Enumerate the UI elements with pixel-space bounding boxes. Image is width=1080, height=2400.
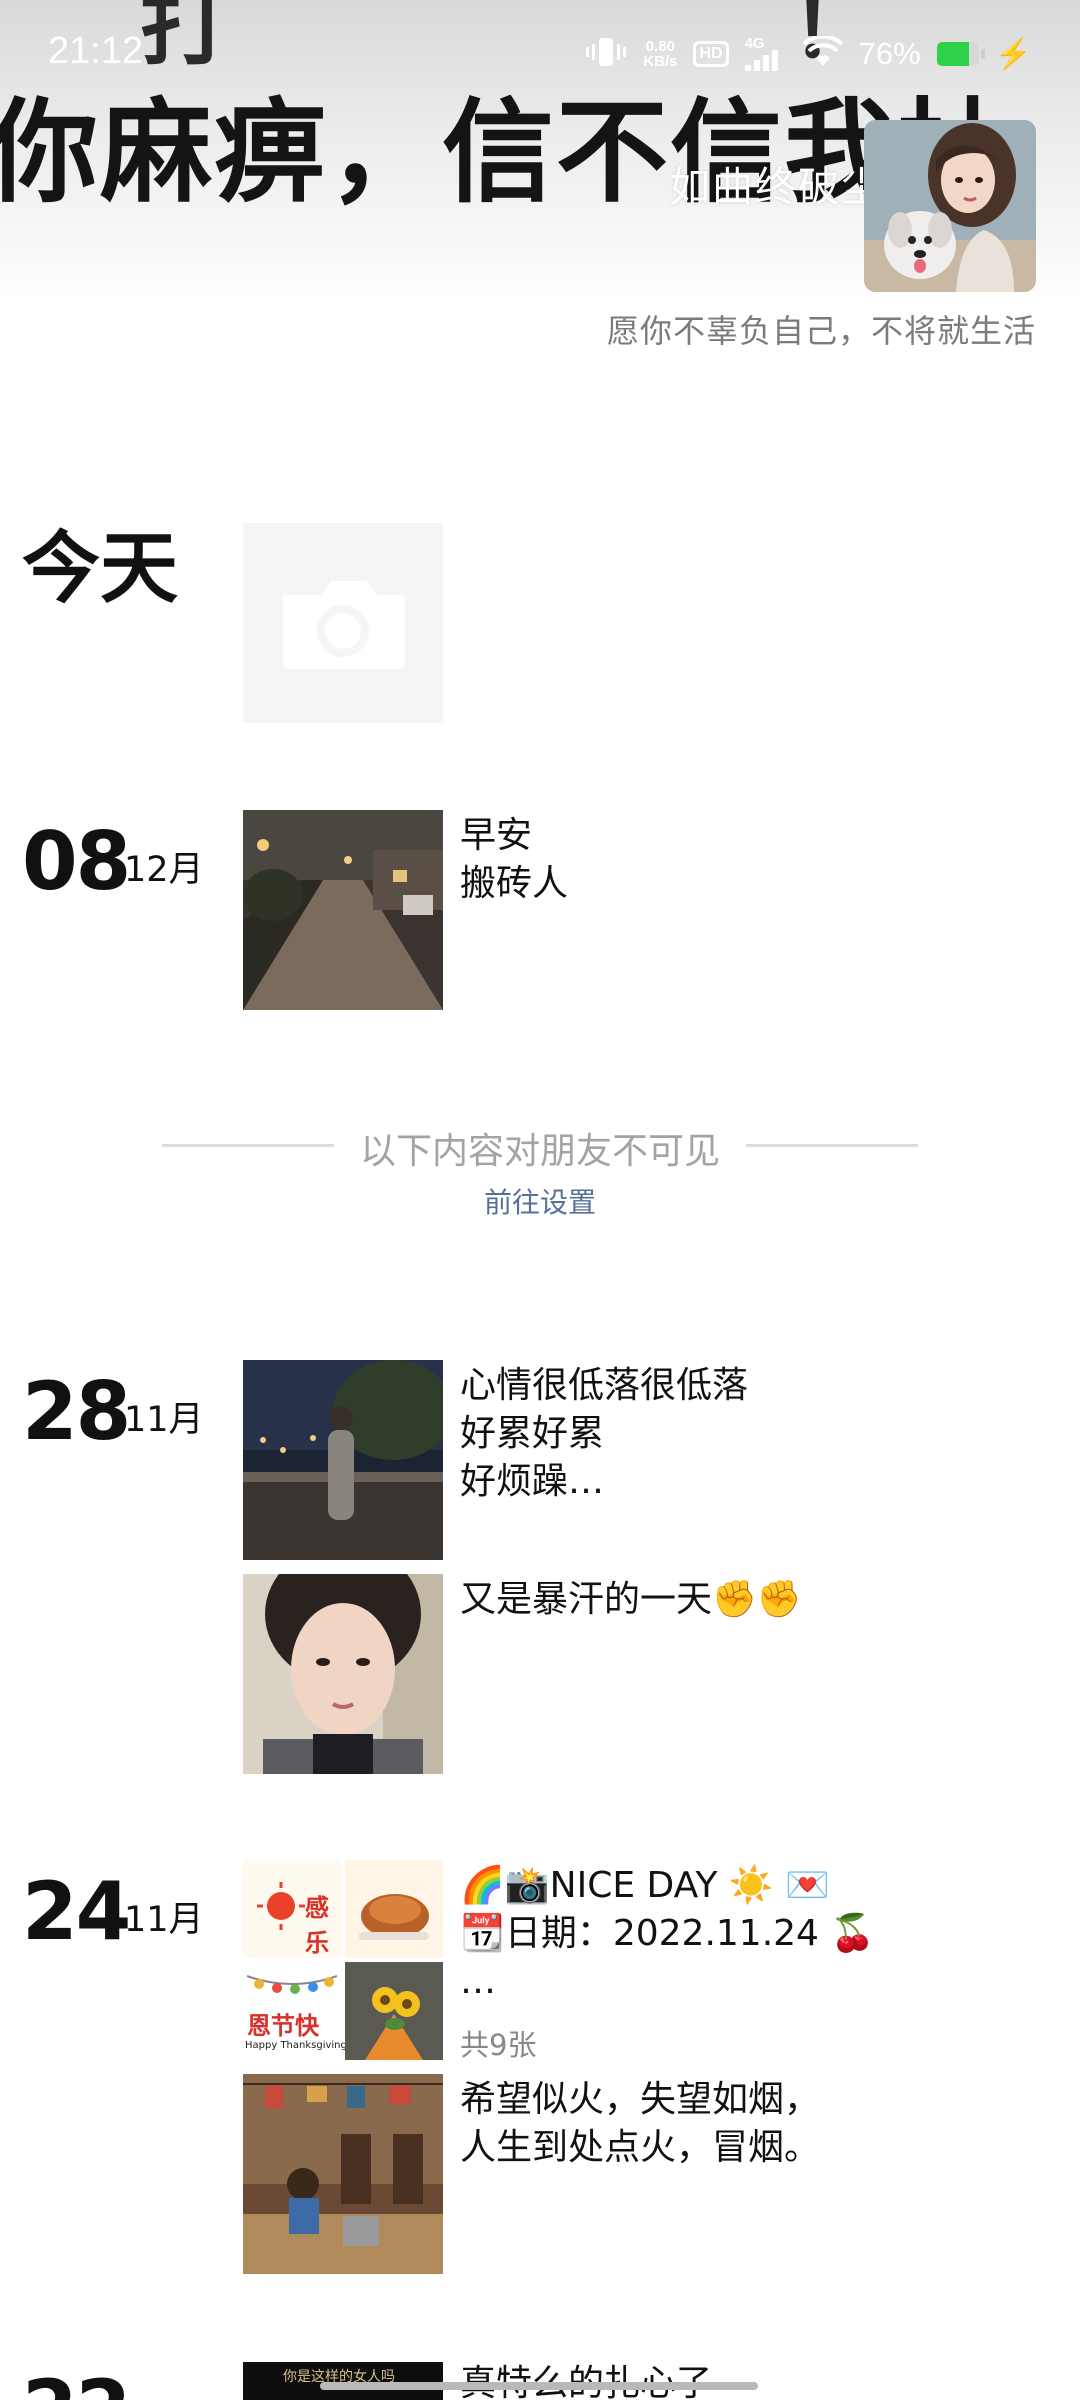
collage-tile [345, 1962, 443, 2060]
post-thumbnail[interactable] [243, 810, 443, 1010]
post-thumbnail[interactable] [243, 1360, 443, 1560]
camera-icon [243, 581, 443, 723]
date-day: 28 [22, 1365, 131, 1458]
date-month: 11月 [124, 1400, 204, 1440]
post-text[interactable]: 心情很低落很低落 好累好累 好烦躁… [460, 1362, 748, 1506]
post-text-line: 🌈📸NICE DAY ☀️ 💌 [460, 1865, 830, 1906]
post-thumbnail[interactable] [243, 1574, 443, 1774]
vibrate-icon [585, 35, 627, 74]
wifi-icon [802, 34, 843, 73]
go-to-settings-link[interactable]: 前往设置 [0, 1181, 1080, 1221]
home-indicator[interactable] [320, 2382, 758, 2390]
date-label-today: 今天 [22, 524, 179, 614]
collage-text: 感乐 [305, 1894, 329, 1957]
collage-tile: 感乐 [243, 1860, 341, 1958]
date-day: 22 [22, 2370, 131, 2400]
post-text-line: 好烦躁… [460, 1461, 605, 1502]
post-text-line: 早安 [460, 815, 533, 856]
post-text-line: 人生到处点火，冒烟。 [460, 2127, 821, 2168]
post-new-button[interactable] [243, 523, 443, 723]
hd-icon: HD [693, 41, 729, 67]
post-thumbnail-collage[interactable]: 感乐 恩节快 Happy Thanksgiving [243, 1860, 443, 2060]
post-thumbnail[interactable]: 你是这样的女人吗 [243, 2362, 443, 2400]
image-count: 共9张 [460, 2028, 537, 2062]
post-text[interactable]: 又是暴汗的一天✊✊ [460, 1576, 802, 1624]
collage-text: 恩节快 [247, 2012, 319, 2040]
post-text-line: 好累好累 [460, 1413, 605, 1454]
profile-nickname[interactable]: 如曲终破尘 [669, 153, 884, 213]
date-month: 11月 [124, 1900, 204, 1940]
post-thumbnail[interactable] [243, 2074, 443, 2274]
post-text-line: 真特么的扎心了 [460, 2360, 712, 2400]
net-speed-value: 0.80 [645, 38, 675, 55]
post-text-line: 📆日期：2022.11.24 🍒 [460, 1913, 876, 1954]
visibility-notice: 以下内容对朋友不可见 [359, 1131, 720, 1172]
avatar[interactable] [864, 120, 1036, 292]
post-text[interactable]: 早安 搬砖人 [460, 812, 568, 908]
post-text[interactable]: 希望似火，失望如烟， 人生到处点火，冒烟。 [460, 2076, 820, 2172]
net-speed-unit: KB/s [643, 53, 678, 70]
post-text-line: 又是暴汗的一天✊✊ [460, 1579, 802, 1620]
visibility-divider: 以下内容对朋友不可见 [162, 1122, 918, 1172]
collage-subtext: Happy Thanksgiving [245, 2040, 347, 2051]
profile-signature: 愿你不辜负自己，不将就生活 [606, 312, 1036, 350]
post-text[interactable]: 🌈📸NICE DAY ☀️ 💌 📆日期：2022.11.24 🍒 … [460, 1862, 875, 2006]
post-text-line: 搬砖人 [460, 863, 569, 904]
post-text-line: 希望似火，失望如烟， [460, 2079, 821, 2120]
charging-icon: ⚡ [994, 37, 1032, 71]
battery-percent: 76% [858, 36, 921, 71]
cellular-signal-icon: 4G [744, 35, 787, 71]
status-time: 21:12 [48, 30, 144, 72]
date-day: 24 [22, 1865, 131, 1958]
net-speed: 0.80 KB/s [643, 39, 677, 69]
collage-tile [345, 1860, 443, 1958]
collage-tile: 恩节快 Happy Thanksgiving [243, 1962, 347, 2060]
date-day: 08 [22, 815, 131, 908]
post-text-line: … [460, 1961, 496, 2002]
status-bar: 21:12 0.80 KB/s HD 4G 76% ⚡ [0, 0, 1080, 108]
post-text[interactable]: 真特么的扎心了 [460, 2360, 712, 2400]
post-text-line: 心情很低落很低落 [460, 1365, 749, 1406]
status-icons: 0.80 KB/s HD 4G 76% ⚡ [585, 34, 1032, 74]
date-month: 12月 [124, 850, 204, 890]
battery-icon [936, 42, 985, 66]
